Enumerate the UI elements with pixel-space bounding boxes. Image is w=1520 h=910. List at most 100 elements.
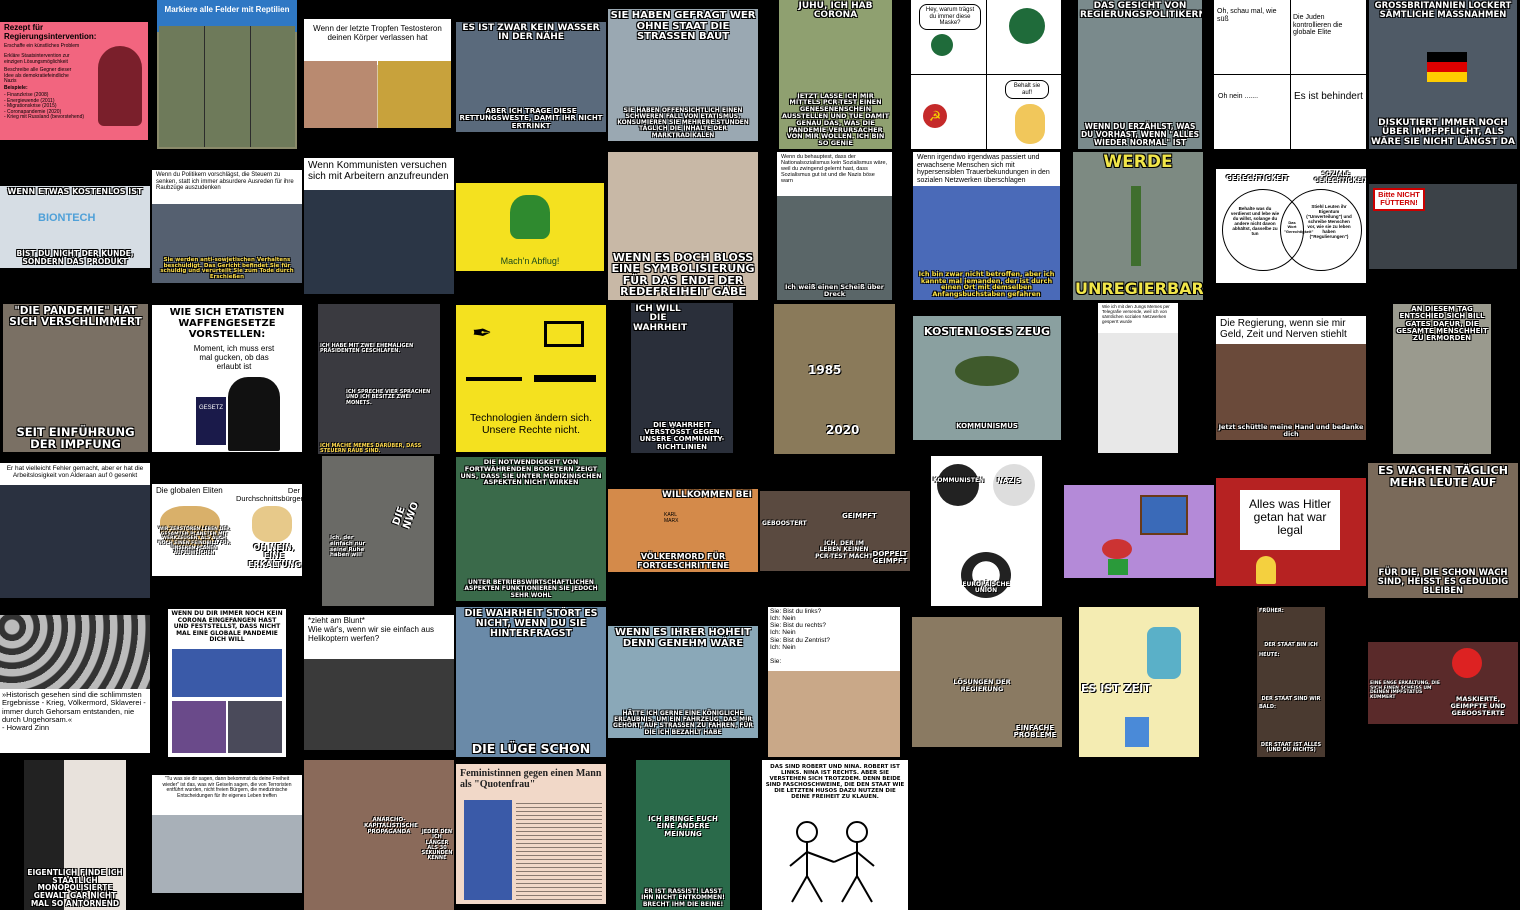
meme-tile: GEBOOSTERT GEIMPFT ICH, DER IM LEBEN KEI… <box>760 491 910 571</box>
meme-label: EINE ENGE ERKÄLTUNG, DIE SICH EINEN SCHE… <box>1370 681 1440 701</box>
meme-top-text: AN DIESEM TAG ENTSCHIED SICH BILL GATES … <box>1396 305 1488 343</box>
meme-label: GEBOOSTERT <box>762 520 807 527</box>
meme-subtitle: Beispiele: <box>4 85 28 91</box>
cartoon-figure <box>1256 556 1276 584</box>
venn-text: Stiehl Leuten ihr Eigentum ("Umverteilun… <box>1306 204 1352 239</box>
meme-label: DER STAAT IST ALLES (UND DU NICHTS) <box>1260 742 1322 754</box>
meme-bottom-text: Sie werden anti-sowjetischen Verhaltens … <box>160 256 294 281</box>
meme-bottom-text: DIE LÜGE SCHON <box>471 740 591 756</box>
cartoon-figure <box>98 46 142 126</box>
panel-caption: Ich habe mit zwei ehemaligen Präsidenten… <box>320 343 414 355</box>
meme-caption: *zieht am Blunt* Wie wär's, wenn wir sie… <box>304 615 454 659</box>
meme-bottom-text: Jetzt schüttle meine Hand und bedanke di… <box>1218 423 1364 439</box>
stick-figures <box>789 821 875 903</box>
meme-tile: Markiere alle Felder mit Reptilien <box>157 0 297 149</box>
venn-label: SOZIALE GERECHTIGKEIT <box>1314 171 1366 185</box>
meme-label: anarcho-kapitalistische Propaganda <box>364 817 418 835</box>
quote-text: »Historisch gesehen sind die schlimmsten… <box>2 690 146 732</box>
meme-tile: ✒ Technologien ändern sich. Unsere Recht… <box>456 305 606 452</box>
meme-caption: Wie ich mit den Jungs Memes per Telegraf… <box>1098 303 1178 333</box>
meme-tile: WENN ETWAS KOSTENLOS IST BIONTECH BIST D… <box>0 186 150 268</box>
panel-divider <box>1290 0 1291 149</box>
meme-label: LÖSUNGEN DER REGIERUNG <box>953 678 1011 693</box>
cartoon-figure <box>1015 104 1045 144</box>
meme-bottom-text: BIST DU NICHT DER KUNDE, SONDERN DAS PRO… <box>16 249 134 267</box>
meme-tile: LÖSUNGEN DER REGIERUNG EINFACHE PROBLEME <box>912 617 1062 747</box>
meme-label: KOMMUNISTEN <box>933 477 985 484</box>
meme-top-text: WENN DU DIR IMMER NOCH KEIN CORONA EINGE… <box>171 610 283 644</box>
meme-label: BALD: <box>1259 704 1277 710</box>
meme-tile: WERDE UNREGIERBAR <box>1073 152 1203 300</box>
meme-bottom-text: WIR ZERSTÖREN LEBEN DER GESAMTEN PLANETE… <box>158 527 230 556</box>
meme-label: DER STAAT SIND WIR <box>1261 696 1321 702</box>
meme-tile: ES WACHEN TÄGLICH MEHR LEUTE AUF FÜR DIE… <box>1368 463 1518 598</box>
meme-bottom-text: OH NEIN, EINE ERKÄLTUNG <box>248 543 302 569</box>
meme-bottom-text: HÄTTE ICH GERNE EINE KÖNIGLICHE ERLAUBNI… <box>613 709 753 736</box>
meme-tile: DAS GESICHT VON REGIERUNGSPOLITIKERN WEN… <box>1078 0 1202 149</box>
meme-top-text: "DIE PANDEMIE" HAT SICH VERSCHLIMMERT <box>9 305 142 329</box>
meme-top-text: DIE NOTWENDIGKEIT VON FORTWÄHRENDEN BOOS… <box>460 458 602 487</box>
meme-tile: DAS SIND ROBERT UND NINA. ROBERT IST LIN… <box>762 760 908 910</box>
speech-bubble: Behalt sie auf! <box>1005 80 1049 100</box>
meme-tile: Wenn du Politikern vorschlägst, die Steu… <box>152 170 302 283</box>
meme-caption: Wenn irgendwo irgendwas passiert und erw… <box>913 152 1060 186</box>
cat-icon <box>937 464 979 506</box>
meme-tile: Rezept für Regierungsintervention: Ersch… <box>0 22 148 140</box>
article-text <box>516 800 602 900</box>
meme-tile: WIE SICH ETATISTEN WAFFENGESETZE VORSTEL… <box>152 305 302 452</box>
tv-screen <box>1140 495 1188 535</box>
meme-label: Der Durchschnittsbürger <box>236 486 302 504</box>
meme-label: Jeder den ich länger als 30 Sekunden ken… <box>421 829 453 862</box>
meme-bottom-text: SEIT EINFÜHRUNG DER IMPFUNG <box>16 424 135 451</box>
meme-tile: 1985 2020 <box>774 304 895 454</box>
photo <box>378 61 451 128</box>
mask-icon <box>1147 627 1181 679</box>
meme-label: EINFACHE PROBLEME <box>1013 724 1057 740</box>
cheems-doge <box>252 506 292 542</box>
musket-icon <box>466 377 522 381</box>
meme-top-text: WERDE <box>1103 152 1173 172</box>
dialog-text: Sie: Bist du links? Ich: Nein Sie: Bist … <box>770 608 830 665</box>
meme-tile: DIE WAHRHEIT STÖRT ES NICHT, WENN DU SIE… <box>456 607 606 757</box>
meme-tile: Wenn du behauptest, dass der Nationalsoz… <box>777 152 892 300</box>
meme-top-text: JUHU, ICH HAB CORONA <box>798 1 873 21</box>
cartoon-figure <box>1108 559 1128 575</box>
speech-text: Moment, ich muss erst mal gucken, ob das… <box>193 344 275 371</box>
meme-bottom-text: EIGENTLICH FINDE ICH STAATLICH MONOPOLIS… <box>27 867 123 909</box>
meme-top-text: WENN ES IHRER HOHEIT DENN GENEHM WÄRE <box>614 627 751 649</box>
meme-tile: Die Regierung, wenn sie mir Geld, Zeit u… <box>1216 316 1366 440</box>
meme-caption: Technologien ändern sich. Unsere Rechte … <box>469 412 592 436</box>
meme-tile: KOMMUNISTEN NAZIS EUROPÄISCHE UNION <box>931 456 1042 606</box>
meme-tile: WILLKOMMEN BEI KARL MARX VÖLKERMORD FÜR … <box>608 489 758 572</box>
meme-caption: Er hat vielleicht Fehler gemacht, aber e… <box>0 463 150 485</box>
meme-label: Die NWO <box>390 500 421 531</box>
article-headline: Feministinnen gegen einen Mann als "Quot… <box>460 768 602 790</box>
meme-top-text: GROSSBRITANNIEN LOCKERT SÄMTLICHE MASSNA… <box>1374 1 1512 20</box>
meme-bottom-text: VÖLKERMORD FÜR FORTGESCHRITTENE <box>637 552 729 570</box>
meme-tile: Die NWO Ich, der einfach nur seine Ruhe … <box>322 456 434 606</box>
meme-tile: Wie ich mit den Jungs Memes per Telegraf… <box>1098 303 1178 453</box>
meme-tile: WENN ES DOCH BLOSS EINE SYMBOLISIERUNG F… <box>608 152 758 300</box>
tree-icon <box>955 356 1019 386</box>
mask-icon <box>1009 8 1045 44</box>
photo <box>228 701 282 753</box>
meme-tile: "Tu was sie dir sagen, dann bekommst du … <box>152 775 302 893</box>
meme-bottom-text: JETZT LASSE ICH MIR MITTELS PCR-TEST EIN… <box>781 91 890 148</box>
meme-tile: JUHU, ICH HAB CORONA JETZT LASSE ICH MIR… <box>779 0 892 149</box>
meme-bottom-text: ABER ICH TRAGE DIESE RETTUNGSWESTE, DAMI… <box>459 106 603 130</box>
meme-caption: Wenn Kommunisten versuchen sich mit Arbe… <box>304 158 454 190</box>
meme-label: ICH, DER IM LEBEN KEINEN PCR-TEST MACHT <box>815 540 873 560</box>
cartoon-figure <box>1102 539 1132 559</box>
photo <box>464 800 512 900</box>
rifle-icon <box>534 375 596 382</box>
meme-bottom-text: DIE WAHRHEIT VERSTÖSST GEGEN UNSERE COMM… <box>639 420 725 451</box>
meme-caption: Mach'n Abflug! <box>500 256 560 266</box>
year-label: 2020 <box>826 423 860 437</box>
meme-label: Die globalen Eliten <box>156 486 223 495</box>
meme-text: Beschreibe alle Gegner dieser Idee als d… <box>4 67 72 84</box>
meme-bottom-text: KOMMUNISMUS <box>956 421 1018 430</box>
venn-label: GERECHTIGKEIT <box>1226 174 1289 182</box>
meme-tile: EIGENTLICH FINDE ICH STAATLICH MONOPOLIS… <box>24 760 126 910</box>
meme-tile: *zieht am Blunt* Wie wär's, wenn wir sie… <box>304 615 454 750</box>
meme-tile <box>1064 485 1214 578</box>
